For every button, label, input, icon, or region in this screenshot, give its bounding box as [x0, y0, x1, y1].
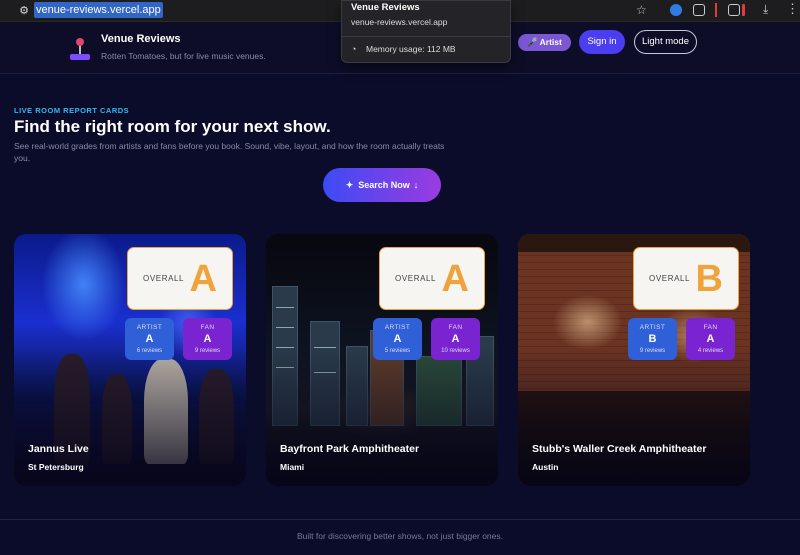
joystick-logo-icon[interactable]	[70, 38, 90, 60]
overall-grade-box: OVERALL A	[127, 247, 233, 310]
extension-icon[interactable]	[670, 4, 682, 16]
artist-grade: B	[648, 333, 657, 345]
artist-label: ARTIST	[136, 324, 163, 331]
fan-grade: A	[451, 333, 460, 345]
fan-review-count: 9 reviews	[194, 348, 221, 354]
venue-card-jannus-live[interactable]: OVERALL A ARTIST A 6 reviews FAN A 9 rev…	[14, 234, 246, 486]
fan-review-count: 4 reviews	[697, 348, 724, 354]
toolbar-divider	[715, 3, 717, 17]
artist-review-count: 9 reviews	[639, 348, 666, 354]
venue-card-bayfront-park-amphitheater[interactable]: OVERALL A ARTIST A 5 reviews FAN A 10 re…	[266, 234, 498, 486]
overall-grade-box: OVERALL B	[633, 247, 739, 310]
fan-grade-box: FAN A 9 reviews	[183, 318, 232, 360]
footer-text: Built for discovering better shows, not …	[297, 531, 503, 541]
artist-label: ARTIST	[639, 324, 666, 331]
artist-review-count: 6 reviews	[136, 348, 163, 354]
fan-grade-box: FAN A 10 reviews	[431, 318, 480, 360]
venue-card-stubbs-waller-creek[interactable]: OVERALL B ARTIST B 9 reviews FAN A 4 rev…	[518, 234, 750, 486]
fan-review-count: 10 reviews	[441, 348, 470, 354]
bookmark-star-icon[interactable]: ☆	[636, 3, 647, 17]
page-title: Find the right room for your next show.	[14, 117, 331, 136]
fan-grade-box: FAN A 4 reviews	[686, 318, 735, 360]
tab-hover-card: Venue Reviews venue-reviews.vercel.app ◔…	[341, 0, 511, 63]
address-bar-url[interactable]: venue-reviews.vercel.app	[34, 2, 163, 18]
artist-grade-box: ARTIST A 5 reviews	[373, 318, 422, 360]
arrow-down-icon: ↓	[413, 180, 419, 190]
sparkle-icon: ✦	[345, 180, 354, 190]
venue-name: Bayfront Park Amphitheater	[280, 443, 420, 455]
artist-role-pill[interactable]: 🎤 Artist	[518, 34, 571, 51]
artist-review-count: 5 reviews	[384, 348, 411, 354]
fan-grade: A	[706, 333, 715, 345]
overall-label: OVERALL	[649, 274, 691, 283]
artist-grade-box: ARTIST B 9 reviews	[628, 318, 677, 360]
hero-eyebrow: LIVE ROOM REPORT CARDS	[14, 106, 130, 115]
hero-subtitle: See real-world grades from artists and f…	[14, 141, 445, 163]
footer-divider	[0, 519, 800, 520]
artist-grade: A	[393, 333, 402, 345]
tooltip-memory: Memory usage: 112 MB	[366, 44, 456, 54]
fan-grade: A	[203, 333, 212, 345]
brand-subtitle: Rotten Tomatoes, but for live music venu…	[101, 51, 266, 61]
fan-label: FAN	[200, 324, 215, 331]
artist-pill-label: Artist	[539, 37, 562, 47]
overall-grade-box: OVERALL A	[379, 247, 485, 310]
overall-label: OVERALL	[143, 274, 185, 283]
fan-label: FAN	[448, 324, 463, 331]
download-icon[interactable]: ⤓	[763, 2, 768, 17]
microphone-icon: 🎤	[527, 37, 540, 47]
search-now-label: Search Now	[358, 180, 410, 190]
brand-title[interactable]: Venue Reviews	[101, 33, 181, 45]
tooltip-divider	[342, 36, 510, 37]
venue-city: Austin	[532, 462, 559, 472]
search-now-button[interactable]: ✦ Search Now ↓	[323, 168, 441, 202]
light-mode-toggle[interactable]: Light mode	[634, 30, 697, 54]
recording-indicator-icon	[742, 4, 745, 16]
artist-label: ARTIST	[384, 324, 411, 331]
overall-grade: A	[189, 258, 217, 300]
sign-in-button[interactable]: Sign in	[579, 30, 625, 54]
tooltip-url: venue-reviews.vercel.app	[351, 17, 448, 27]
overall-grade: A	[441, 258, 469, 300]
artist-grade-box: ARTIST A 6 reviews	[125, 318, 174, 360]
cast-icon[interactable]	[728, 4, 740, 16]
venue-city: St Petersburg	[28, 462, 84, 472]
extensions-puzzle-icon[interactable]	[693, 4, 705, 16]
artist-grade: A	[145, 333, 154, 345]
venue-name: Stubb's Waller Creek Amphitheater	[532, 443, 707, 455]
site-settings-icon[interactable]: ⚙	[17, 4, 31, 18]
venue-name: Jannus Live	[28, 443, 89, 455]
fan-label: FAN	[703, 324, 718, 331]
venue-city: Miami	[280, 462, 305, 472]
more-menu-icon[interactable]: ⋮	[786, 1, 799, 17]
memory-gauge-icon: ◔	[351, 44, 357, 54]
overall-label: OVERALL	[395, 274, 437, 283]
overall-grade: B	[695, 258, 723, 300]
tooltip-title: Venue Reviews	[351, 2, 420, 13]
